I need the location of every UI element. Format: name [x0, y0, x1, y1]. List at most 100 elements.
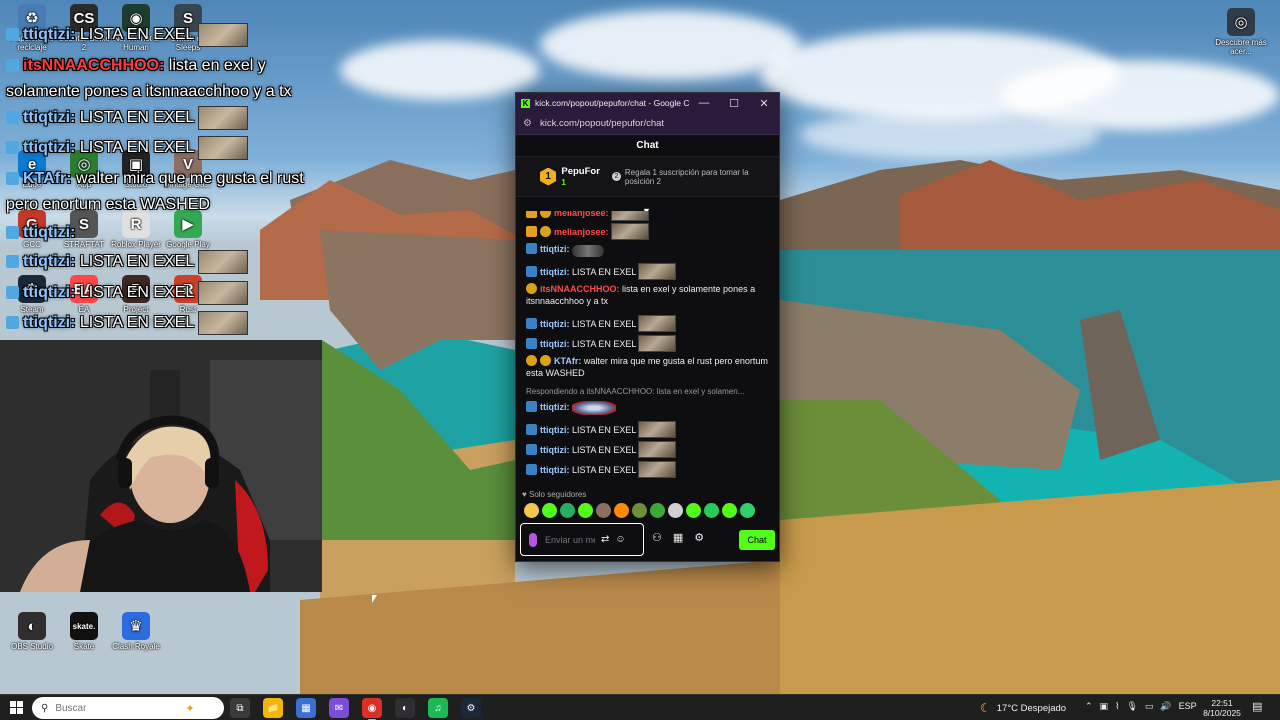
taskbar-obs-icon[interactable]: ◐	[395, 698, 415, 718]
notification-icon[interactable]: ▤	[1252, 700, 1262, 713]
emote-icon[interactable]	[632, 503, 647, 518]
chat-message-text: LISTA EN EXEL	[569, 445, 637, 455]
chat-message[interactable]: ttiqtizi: LISTA EN EXEL	[526, 421, 770, 438]
app-tray-icon[interactable]: ▣	[1100, 701, 1109, 712]
taskbar-search[interactable]: ⚲ ✦	[32, 697, 224, 719]
desktop-icon-label: Skate	[73, 642, 95, 651]
emote-icon[interactable]	[650, 503, 665, 518]
speaker-icon[interactable]: 🔊	[1160, 701, 1171, 712]
chat-username[interactable]: ttiqtizi:	[540, 267, 570, 277]
chat-message[interactable]: ttiqtizi: LISTA EN EXEL	[526, 263, 770, 280]
emote-quick-bar[interactable]	[524, 503, 755, 518]
desktop-icon[interactable]: ♛ Clash Royale	[108, 612, 164, 651]
chat-message[interactable]: ttiqtizi:	[526, 243, 770, 257]
message-composer[interactable]: ⇄ ☺	[520, 523, 644, 556]
message-input[interactable]	[545, 534, 595, 545]
chevron-up-icon[interactable]: ⌃	[1085, 701, 1093, 712]
chat-username[interactable]: ttiqtizi:	[540, 339, 570, 349]
search-input[interactable]	[55, 702, 186, 714]
emote-icon[interactable]	[560, 503, 575, 518]
taskbar-chrome-icon[interactable]: ◉	[362, 698, 382, 720]
desktop-icon[interactable]: ◎ Descubre más acer...	[1213, 8, 1269, 56]
send-chat-button[interactable]: Chat	[739, 530, 775, 550]
emote-icon[interactable]	[722, 503, 737, 518]
translate-icon[interactable]: ⇄	[601, 534, 609, 545]
emote-icon[interactable]	[686, 503, 701, 518]
mic-icon[interactable]	[529, 532, 537, 547]
desktop-icon[interactable]: skate. Skate	[56, 612, 112, 651]
leader-username[interactable]: PepuFor	[561, 166, 600, 177]
chat-username[interactable]: ttiqtizi:	[540, 319, 570, 329]
site-settings-icon[interactable]: ⚙	[523, 118, 532, 129]
taskbar-file-explorer-icon[interactable]: 📁	[263, 698, 283, 718]
clock[interactable]: 22:51 8/10/2025	[1200, 698, 1244, 718]
chat-username[interactable]: ttiqtizi:	[540, 445, 570, 455]
app-icon: ♛	[122, 612, 150, 640]
mic-tray-icon[interactable]: 🎙	[1126, 701, 1137, 712]
emote-icon[interactable]	[524, 503, 539, 518]
address-bar[interactable]: ⚙ kick.com/popout/pepufor/chat	[516, 113, 779, 135]
window-titlebar[interactable]: K kick.com/popout/pepufor/chat - Google …	[516, 93, 779, 113]
emote-icon[interactable]	[704, 503, 719, 518]
desktop-icon-label: OBS Studio	[11, 642, 53, 651]
chat-username[interactable]: ttiqtizi:	[540, 465, 570, 475]
emote-icon[interactable]	[596, 503, 611, 518]
chat-username[interactable]: KTAfr:	[554, 356, 581, 366]
taskbar-task-view-icon[interactable]: ⧉	[230, 698, 250, 718]
overlay-message-text: LISTA EN EXEL	[75, 253, 195, 270]
chat-message[interactable]: ttiqtizi: LISTA EN EXEL	[526, 461, 770, 478]
taskbar-steam-icon[interactable]: ⚙	[461, 698, 481, 718]
chat-username[interactable]: itsNNAACCHHOO:	[540, 284, 620, 294]
chat-username[interactable]: ttiqtizi:	[540, 244, 570, 254]
clock-date: 8/10/2025	[1203, 708, 1241, 718]
overlay-chat-line: ttiqtizi:	[6, 224, 75, 242]
desktop-icon[interactable]: ▶ Google Play	[160, 210, 216, 249]
weather-widget[interactable]: ☾ 17°C Despejado	[980, 701, 1066, 715]
emote-icon[interactable]	[578, 503, 593, 518]
gift-box-icon[interactable]: ▦	[673, 531, 683, 544]
taskbar-spotify-icon[interactable]: ♫	[428, 698, 448, 718]
network-icon[interactable]: ⌇	[1115, 701, 1119, 712]
desktop-icon[interactable]: R Roblox Player	[108, 210, 164, 249]
chat-message[interactable]: ttiqtizi:	[526, 401, 770, 415]
overlay-username: ttiqtizi:	[23, 224, 76, 241]
emote-icon[interactable]	[614, 503, 629, 518]
chat-message[interactable]: KTAfr: walter mira que me gusta el rust …	[526, 355, 770, 379]
taskbar-store-icon[interactable]: ▦	[296, 698, 316, 718]
taskbar: ⚲ ✦ ⧉ 📁 ▦ ✉ ◉ ◐ ♫ ⚙ ☾ 17°C Despejado ⌃ ▣ ⌇ 🎙 ▭ …	[0, 694, 1280, 720]
chat-message[interactable]: ttiqtizi: LISTA EN EXEL	[526, 441, 770, 458]
copilot-spark-icon[interactable]: ✦	[185, 702, 194, 715]
windows-start-icon[interactable]	[10, 701, 23, 714]
emote-icon[interactable]	[668, 503, 683, 518]
taskbar-messenger-icon[interactable]: ✉	[329, 698, 349, 718]
emote-icon[interactable]	[740, 503, 755, 518]
chat-popup-window[interactable]: K kick.com/popout/pepufor/chat - Google …	[515, 92, 780, 562]
users-icon[interactable]: ⚇	[652, 531, 662, 544]
minimize-button[interactable]: —	[689, 97, 719, 109]
chat-username[interactable]: ttiqtizi:	[540, 425, 570, 435]
chat-emote-image	[638, 421, 677, 438]
emote-icon[interactable]	[542, 503, 557, 518]
chat-message-list[interactable]: melianjosee: melianjosee: ttiqtizi: ttiqtiz…	[516, 211, 779, 485]
chat-message[interactable]: itsNNAACCHHOO: lista en exel y solamente…	[526, 283, 770, 307]
maximize-button[interactable]: ☐	[719, 97, 749, 110]
chat-message[interactable]: ttiqtizi: LISTA EN EXEL	[526, 335, 770, 352]
chat-username[interactable]: melianjosee:	[554, 227, 609, 237]
chat-username[interactable]: melianjosee:	[554, 211, 609, 218]
reply-context[interactable]: Respondiendo a itsNNAACCHHOO: lista en e…	[526, 387, 770, 396]
emoji-icon[interactable]: ☺	[615, 534, 625, 545]
webcam-feed	[0, 340, 322, 592]
chat-message[interactable]: ttiqtizi: LISTA EN EXEL	[526, 315, 770, 332]
crown-badge-icon	[526, 211, 537, 218]
chat-message[interactable]: melianjosee:	[526, 223, 770, 240]
gear-icon[interactable]: ⚙	[694, 531, 704, 544]
display-icon[interactable]: ▭	[1145, 701, 1154, 712]
chat-username[interactable]: ttiqtizi:	[540, 402, 570, 412]
close-button[interactable]: ✕	[749, 97, 779, 110]
chat-message[interactable]: melianjosee:	[526, 211, 770, 221]
desktop-icon[interactable]: ◐ OBS Studio	[4, 612, 60, 651]
language-indicator[interactable]: ESP	[1179, 701, 1197, 712]
badge-icon	[6, 286, 19, 299]
gift-sub-prompt[interactable]: 2 Regala 1 suscripción para tomar la pos…	[611, 168, 771, 186]
chat-emote-image	[638, 461, 677, 478]
